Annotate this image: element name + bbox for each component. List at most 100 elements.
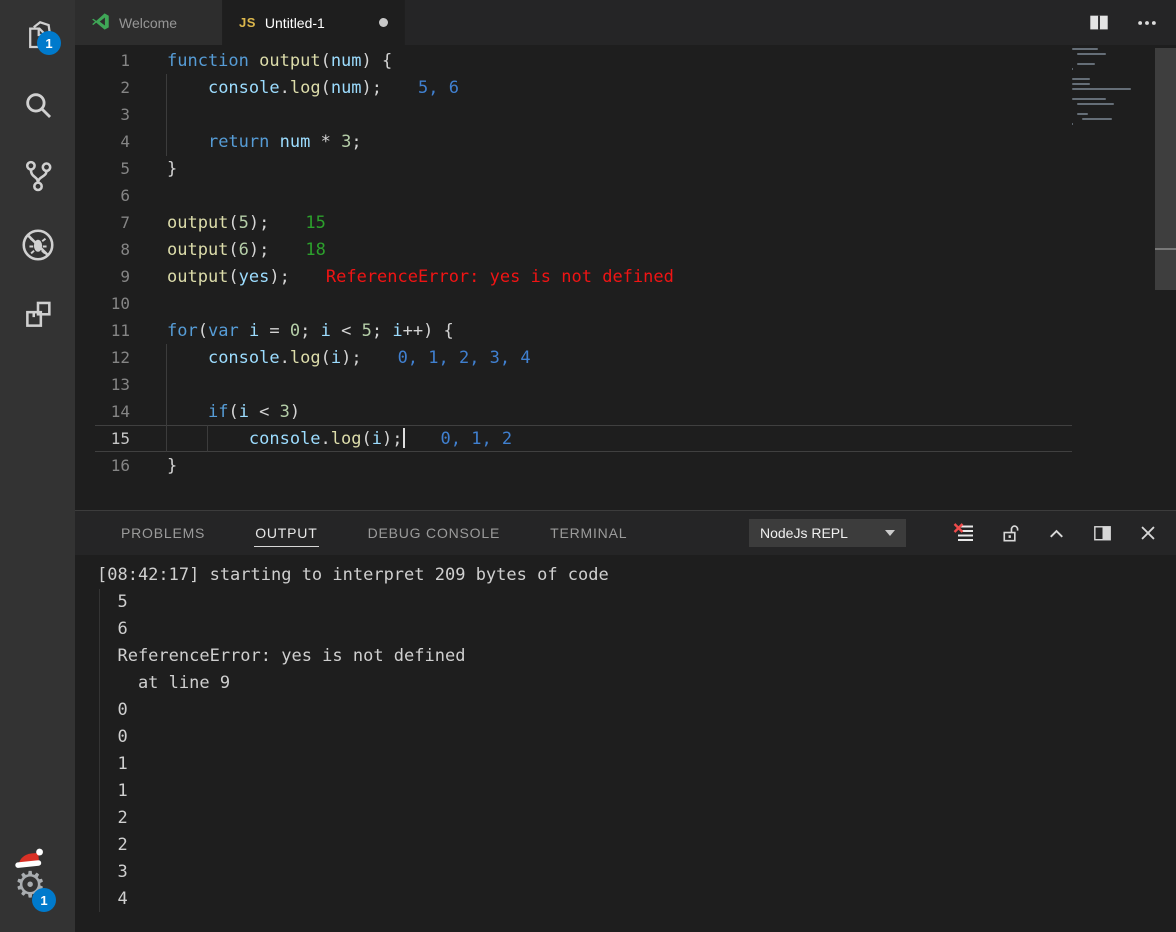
output-line: 0 (97, 724, 1176, 751)
tab-welcome[interactable]: Welcome (75, 0, 223, 45)
tab-label: Welcome (119, 15, 177, 31)
panel-tab-problems[interactable]: PROBLEMS (120, 520, 206, 547)
code-line[interactable]: 14 if(i < 3) (75, 398, 1176, 425)
sidebar-item-source-control[interactable] (0, 140, 75, 210)
vscode-logo-icon (91, 12, 110, 34)
code-line[interactable]: 4 return num * 3; (75, 128, 1176, 155)
line-number: 9 (75, 263, 130, 290)
code-editor[interactable]: 1function output(num) {2 console.log(num… (75, 45, 1176, 510)
code-line[interactable]: 3 (75, 101, 1176, 128)
code-line[interactable]: 10 (75, 290, 1176, 317)
line-number: 16 (75, 452, 130, 479)
code-line[interactable]: 2 console.log(num);5, 6 (75, 74, 1176, 101)
line-number: 5 (75, 155, 130, 182)
minimap-line (1082, 118, 1112, 120)
output-channel-value: NodeJs REPL (760, 525, 848, 541)
line-number: 14 (75, 398, 130, 425)
sidebar-item-debug[interactable] (0, 210, 75, 280)
panel-tab-debug-console[interactable]: DEBUG CONSOLE (367, 520, 502, 547)
code-line[interactable]: 8 output(6);18 (75, 236, 1176, 263)
panel-tab-output[interactable]: OUTPUT (254, 520, 318, 547)
output-line: 6 (97, 616, 1176, 643)
minimap-line (1072, 88, 1131, 90)
code-line[interactable]: 9 output(yes);ReferenceError: yes is not … (75, 263, 1176, 290)
code-text: console.log(i);0, 1, 2 (167, 429, 512, 449)
indent-guide (166, 74, 167, 156)
code-line[interactable]: 16} (75, 452, 1176, 479)
minimap-line (1072, 48, 1098, 50)
panel-tab-terminal[interactable]: TERMINAL (549, 520, 628, 547)
line-number: 8 (75, 236, 130, 263)
inline-result: 18 (305, 240, 325, 260)
overview-ruler-mark (1155, 248, 1176, 250)
code-line[interactable]: 12 console.log(i);0, 1, 2, 3, 4 (75, 344, 1176, 371)
output-channel-select[interactable]: NodeJs REPL (749, 519, 906, 547)
output-line: 0 (97, 697, 1176, 724)
output-line: 2 (97, 832, 1176, 859)
line-number: 3 (75, 101, 130, 128)
editor-lines: 1function output(num) {2 console.log(num… (75, 45, 1176, 479)
code-text: } (167, 159, 177, 179)
more-actions-icon[interactable] (1136, 12, 1158, 34)
output-line: ReferenceError: yes is not defined (97, 643, 1176, 670)
code-line[interactable]: 1function output(num) { (75, 47, 1176, 74)
minimap-line (1072, 68, 1073, 70)
code-line[interactable]: 6 (75, 182, 1176, 209)
minimap-line (1072, 83, 1090, 85)
minimap-line (1072, 78, 1090, 80)
unlock-icon[interactable] (998, 521, 1022, 545)
editor-scrollbar[interactable] (1155, 48, 1176, 290)
indent-guide (166, 344, 167, 452)
search-icon (21, 88, 55, 122)
maximize-panel-icon[interactable] (1044, 521, 1068, 545)
line-number: 11 (75, 317, 130, 344)
close-panel-icon[interactable] (1136, 521, 1160, 545)
tab-bar: Welcome JS Untitled-1 (75, 0, 1176, 45)
minimap-line (1077, 113, 1088, 115)
output-line: 1 (97, 778, 1176, 805)
activity-bar: 1 (0, 0, 75, 932)
extensions-icon (21, 298, 55, 332)
code-text: function output(num) { (167, 51, 392, 71)
code-line[interactable]: 11for(var i = 0; i < 5; i++) { (75, 317, 1176, 344)
inline-result: 0, 1, 2, 3, 4 (398, 348, 531, 368)
vscode-window: 1 (0, 0, 1176, 932)
code-text: console.log(i);0, 1, 2, 3, 4 (167, 348, 531, 368)
output-line: 4 (97, 886, 1176, 913)
code-line[interactable]: 5} (75, 155, 1176, 182)
inline-result: 5, 6 (418, 78, 459, 98)
tab-untitled-1[interactable]: JS Untitled-1 (223, 0, 405, 45)
clear-output-icon[interactable] (952, 521, 976, 545)
git-branch-icon (21, 158, 55, 192)
output-line: at line 9 (97, 670, 1176, 697)
code-line[interactable]: 15 console.log(i);0, 1, 2 (75, 425, 1176, 452)
sidebar-item-extensions[interactable] (0, 280, 75, 350)
output-indent-guide (99, 589, 100, 912)
code-text: return num * 3; (167, 132, 362, 152)
output-view[interactable]: [08:42:17] starting to interpret 209 byt… (75, 555, 1176, 932)
panel-layout-icon[interactable] (1090, 521, 1114, 545)
inline-result: ReferenceError: yes is not defined (326, 267, 674, 287)
line-number: 2 (75, 74, 130, 101)
line-number: 4 (75, 128, 130, 155)
code-text: output(yes);ReferenceError: yes is not d… (167, 267, 674, 287)
debug-disabled-icon (20, 227, 56, 263)
text-cursor (403, 428, 405, 448)
output-line: 5 (97, 589, 1176, 616)
js-file-icon: JS (239, 15, 256, 30)
sidebar-item-settings[interactable]: ⚙ 1 (0, 852, 75, 918)
settings-badge: 1 (32, 888, 56, 912)
sidebar-item-explorer[interactable]: 1 (0, 0, 75, 70)
code-line[interactable]: 13 (75, 371, 1176, 398)
indent-guide (207, 425, 208, 452)
split-editor-icon[interactable] (1088, 12, 1110, 34)
line-number: 6 (75, 182, 130, 209)
sidebar-item-search[interactable] (0, 70, 75, 140)
code-line[interactable]: 7output(5);15 (75, 209, 1176, 236)
line-number: 10 (75, 290, 130, 317)
minimap[interactable] (1072, 48, 1154, 168)
minimap-line (1077, 103, 1114, 105)
line-number: 12 (75, 344, 130, 371)
line-number: 13 (75, 371, 130, 398)
code-text: output(6);18 (167, 240, 326, 260)
